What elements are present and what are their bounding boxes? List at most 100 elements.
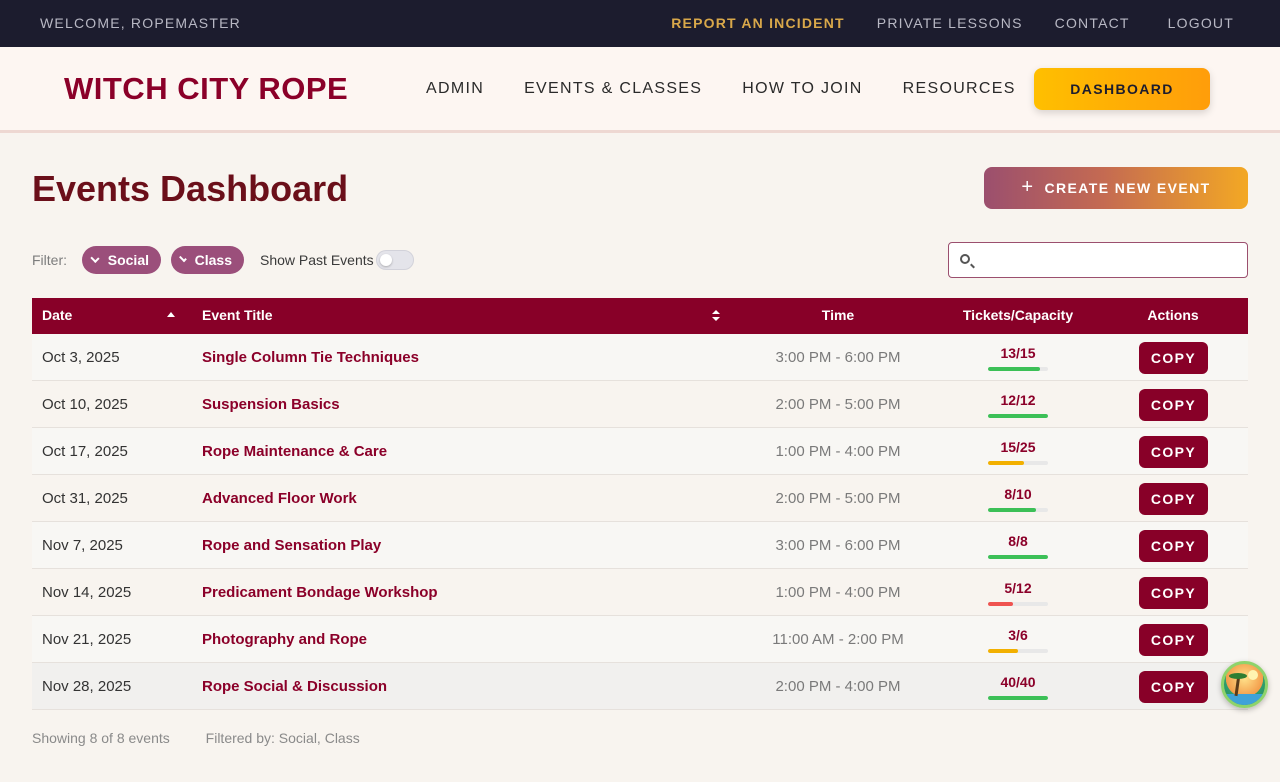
capacity-bar-fill (988, 367, 1040, 371)
copy-event-button[interactable]: COPY (1139, 483, 1208, 515)
event-date: Nov 7, 2025 (42, 537, 123, 554)
table-footer: Showing 8 of 8 events Filtered by: Socia… (32, 730, 360, 746)
event-date: Oct 17, 2025 (42, 443, 128, 460)
event-time: 3:00 PM - 6:00 PM (775, 349, 901, 366)
dashboard-button[interactable]: DASHBOARD (1034, 68, 1210, 110)
main-header: WITCH CITY ROPE ADMIN EVENTS & CLASSES H… (0, 47, 1280, 133)
copy-event-button[interactable]: COPY (1139, 342, 1208, 374)
capacity-bar-fill (988, 602, 1013, 606)
sun-icon (1248, 670, 1258, 680)
copy-event-button[interactable]: COPY (1139, 671, 1208, 703)
event-time: 2:00 PM - 5:00 PM (775, 490, 901, 507)
create-event-label: CREATE NEW EVENT (1044, 180, 1211, 196)
floating-beach-avatar-icon[interactable] (1221, 661, 1268, 708)
event-date: Nov 21, 2025 (42, 631, 132, 648)
showing-count: Showing 8 of 8 events (32, 730, 170, 746)
event-date: Oct 31, 2025 (42, 490, 128, 507)
copy-event-button[interactable]: COPY (1139, 530, 1208, 562)
tickets-capacity: 8/10 (988, 486, 1048, 512)
capacity-bar-fill (988, 649, 1018, 653)
table-row: Oct 10, 2025 Suspension Basics 2:00 PM - 5… (32, 381, 1248, 428)
column-header-actions: Actions (1147, 307, 1199, 323)
tickets-capacity: 12/12 (988, 392, 1048, 418)
capacity-bar (988, 602, 1048, 606)
check-icon (90, 253, 100, 264)
events-table: Date Event Title Time Tickets/Capacity A… (32, 298, 1248, 710)
filtered-by-text: Filtered by: Social, Class (205, 730, 360, 746)
tickets-count: 40/40 (1000, 674, 1036, 690)
create-event-button[interactable]: + CREATE NEW EVENT (984, 167, 1248, 209)
event-title-link[interactable]: Photography and Rope (202, 631, 367, 648)
table-body: Oct 3, 2025 Single Column Tie Techniques 3… (32, 334, 1248, 710)
welcome-message: WELCOME, ROPEMASTER (40, 15, 241, 31)
table-row: Oct 17, 2025 Rope Maintenance & Care 1:00 … (32, 428, 1248, 475)
tickets-capacity: 13/15 (988, 345, 1048, 371)
column-header-title[interactable]: Event Title (202, 307, 273, 323)
capacity-bar (988, 367, 1048, 371)
tickets-capacity: 8/8 (988, 533, 1048, 559)
sort-ascending-icon[interactable] (167, 312, 175, 317)
table-header: Date Event Title Time Tickets/Capacity A… (32, 298, 1248, 334)
nav-resources[interactable]: RESOURCES (903, 80, 1016, 98)
capacity-bar (988, 696, 1048, 700)
capacity-bar-fill (988, 508, 1036, 512)
filter-chip-social[interactable]: Social (82, 246, 161, 274)
check-icon (179, 254, 187, 263)
copy-event-button[interactable]: COPY (1139, 436, 1208, 468)
copy-event-button[interactable]: COPY (1139, 389, 1208, 421)
site-logo[interactable]: WITCH CITY ROPE (64, 71, 348, 107)
tickets-count: 12/12 (1000, 392, 1036, 408)
event-title-link[interactable]: Advanced Floor Work (202, 490, 357, 507)
sort-icon[interactable] (712, 309, 720, 323)
show-past-events-label: Show Past Events (260, 252, 374, 268)
tickets-count: 8/8 (1008, 533, 1028, 549)
event-time: 3:00 PM - 6:00 PM (775, 537, 901, 554)
column-header-tickets: Tickets/Capacity (962, 307, 1074, 323)
column-header-time: Time (821, 307, 855, 323)
copy-event-button[interactable]: COPY (1139, 624, 1208, 656)
event-time: 11:00 AM - 2:00 PM (772, 631, 904, 648)
event-time: 2:00 PM - 5:00 PM (775, 396, 901, 413)
search-input[interactable] (983, 243, 1243, 277)
filter-chip-class[interactable]: Class (171, 246, 244, 274)
event-title-link[interactable]: Predicament Bondage Workshop (202, 584, 438, 601)
event-title-link[interactable]: Rope and Sensation Play (202, 537, 381, 554)
tickets-count: 5/12 (1004, 580, 1032, 596)
event-title-link[interactable]: Single Column Tie Techniques (202, 349, 419, 366)
event-date: Nov 28, 2025 (42, 678, 132, 695)
tickets-count: 15/25 (1000, 439, 1036, 455)
capacity-bar-fill (988, 696, 1048, 700)
tickets-count: 13/15 (1000, 345, 1036, 361)
nav-admin[interactable]: ADMIN (426, 80, 484, 98)
main-nav: ADMIN EVENTS & CLASSES HOW TO JOIN RESOU… (426, 80, 1016, 98)
nav-how-to-join[interactable]: HOW TO JOIN (742, 80, 862, 98)
nav-events-classes[interactable]: EVENTS & CLASSES (524, 80, 702, 98)
search-box (948, 242, 1248, 278)
toggle-knob (380, 254, 392, 266)
capacity-bar (988, 508, 1048, 512)
event-date: Nov 14, 2025 (42, 584, 132, 601)
tickets-capacity: 3/6 (988, 627, 1048, 653)
table-row: Nov 7, 2025 Rope and Sensation Play 3:00 P… (32, 522, 1248, 569)
private-lessons-link[interactable]: PRIVATE LESSONS (877, 15, 1023, 31)
event-title-link[interactable]: Rope Maintenance & Care (202, 443, 387, 460)
report-incident-link[interactable]: REPORT AN INCIDENT (671, 15, 845, 31)
show-past-events-toggle[interactable] (376, 250, 414, 270)
event-date: Oct 3, 2025 (42, 349, 120, 366)
event-title-link[interactable]: Suspension Basics (202, 396, 340, 413)
filter-chip-label: Social (107, 252, 149, 268)
page-title: Events Dashboard (32, 168, 349, 209)
copy-event-button[interactable]: COPY (1139, 577, 1208, 609)
table-row: Oct 31, 2025 Advanced Floor Work 2:00 PM -… (32, 475, 1248, 522)
contact-link[interactable]: CONTACT (1055, 15, 1130, 31)
filter-chip-label: Class (194, 252, 232, 268)
column-header-date[interactable]: Date (42, 307, 72, 323)
utility-links: REPORT AN INCIDENT PRIVATE LESSONS CONTA… (671, 15, 1234, 31)
capacity-bar (988, 555, 1048, 559)
event-date: Oct 10, 2025 (42, 396, 128, 413)
event-title-link[interactable]: Rope Social & Discussion (202, 678, 387, 695)
capacity-bar (988, 649, 1048, 653)
logout-link[interactable]: LOGOUT (1168, 15, 1234, 31)
capacity-bar-fill (988, 555, 1048, 559)
table-row: Nov 21, 2025 Photography and Rope 11:00 AM… (32, 616, 1248, 663)
